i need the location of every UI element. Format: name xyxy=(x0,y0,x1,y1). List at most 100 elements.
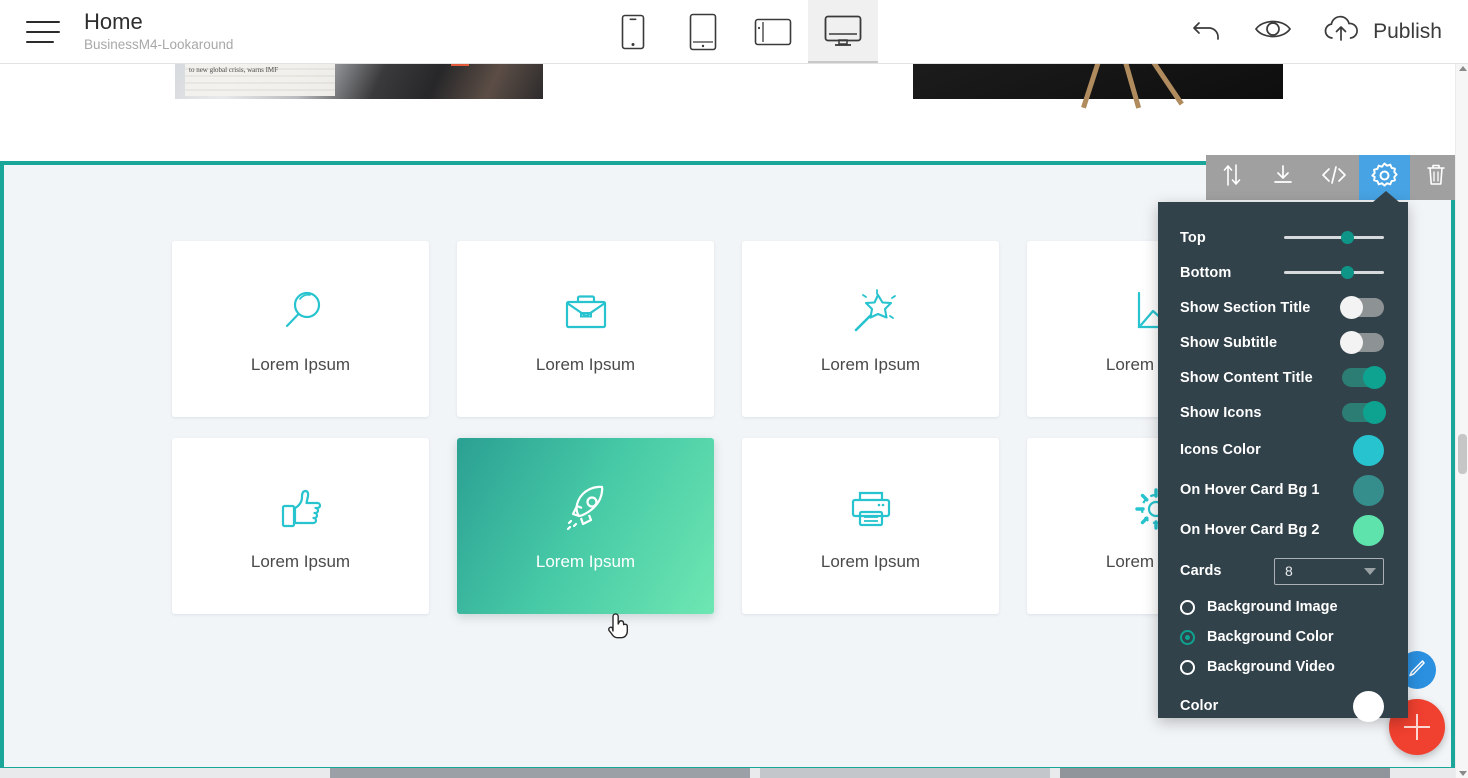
setting-show-icons: Show Icons xyxy=(1158,395,1408,430)
scrollbar-thumb[interactable] xyxy=(1458,434,1467,474)
trash-icon xyxy=(1425,162,1447,193)
feature-card[interactable]: Lorem Ipsum xyxy=(742,438,999,614)
card-title: Lorem Ipsum xyxy=(820,552,921,571)
setting-label: On Hover Card Bg 1 xyxy=(1180,482,1320,498)
card-title: Lorem Ipsum xyxy=(820,355,921,374)
edit-code-button[interactable] xyxy=(1308,155,1359,200)
device-desktop-button[interactable] xyxy=(808,0,878,63)
setting-label: Icons Color xyxy=(1180,442,1261,458)
hover-bg-2-swatch[interactable] xyxy=(1353,514,1384,546)
page-title: Home xyxy=(84,9,143,34)
site-name-label: BusinessM4-Lookaround xyxy=(84,37,234,52)
top-bar: Home BusinessM4-Lookaround Publish xyxy=(0,0,1468,64)
background-image-option[interactable]: Background Image xyxy=(1158,592,1408,622)
radio-icon-selected xyxy=(1180,629,1195,645)
device-mobile-button[interactable] xyxy=(598,0,668,63)
delete-section-button[interactable] xyxy=(1410,155,1461,200)
card-title: Lorem Ipsum xyxy=(250,552,351,571)
up-down-arrows-icon xyxy=(1221,162,1243,193)
chevron-down-icon xyxy=(1364,567,1376,575)
thumbs-up-icon xyxy=(274,480,328,538)
app-root: Home BusinessM4-Lookaround Publish to ne… xyxy=(0,0,1468,778)
device-preview-group xyxy=(598,0,878,63)
cards-grid: Lorem Ipsum Lorem Ipsum Lorem Ipsum Lore… xyxy=(172,241,1312,614)
device-tablet-button[interactable] xyxy=(668,0,738,63)
radio-icon xyxy=(1180,599,1195,615)
feature-card[interactable]: Lorem Ipsum xyxy=(172,438,429,614)
section-toolbar xyxy=(1206,155,1461,200)
undo-button[interactable] xyxy=(1189,15,1225,48)
tablet-icon xyxy=(689,13,717,51)
show-subtitle-toggle[interactable] xyxy=(1340,331,1384,354)
next-section-preview xyxy=(0,768,1455,778)
show-section-title-toggle[interactable] xyxy=(1340,296,1384,319)
top-right-actions: Publish xyxy=(1189,0,1442,63)
setting-show-content-title: Show Content Title xyxy=(1158,360,1408,395)
slider-thumb[interactable] xyxy=(1341,266,1354,279)
publish-label: Publish xyxy=(1373,19,1442,43)
setting-label: Show Subtitle xyxy=(1180,334,1278,351)
setting-label: Show Section Title xyxy=(1180,299,1311,316)
slider-thumb[interactable] xyxy=(1341,231,1354,244)
download-icon xyxy=(1271,163,1295,192)
radio-icon xyxy=(1180,659,1195,675)
setting-label: Color xyxy=(1180,698,1219,714)
card-title: Lorem Ipsum xyxy=(535,552,636,571)
bottom-padding-slider[interactable] xyxy=(1284,266,1384,280)
show-icons-toggle[interactable] xyxy=(1342,401,1386,424)
slider-track xyxy=(1284,271,1384,274)
eye-icon xyxy=(1253,15,1293,48)
feature-card[interactable]: Lorem Ipsum xyxy=(172,241,429,417)
save-section-button[interactable] xyxy=(1257,155,1308,200)
publish-button[interactable]: Publish xyxy=(1321,14,1442,49)
card-title: Lorem Ipsum xyxy=(535,355,636,374)
move-section-button[interactable] xyxy=(1206,155,1257,200)
mobile-icon xyxy=(621,14,645,50)
cloud-upload-icon xyxy=(1321,14,1361,49)
magic-wand-icon xyxy=(844,283,898,341)
setting-icons-color: Icons Color xyxy=(1158,430,1408,470)
preview-button[interactable] xyxy=(1253,15,1293,48)
feature-card[interactable]: Lorem Ipsum xyxy=(457,241,714,417)
setting-hover-bg-1: On Hover Card Bg 1 xyxy=(1158,470,1408,510)
setting-bottom: Bottom xyxy=(1158,255,1408,290)
setting-label: Bottom xyxy=(1180,264,1232,281)
setting-show-section-title: Show Section Title xyxy=(1158,290,1408,325)
feature-card-hovered[interactable]: Lorem Ipsum xyxy=(457,438,714,614)
page-title-group: Home BusinessM4-Lookaround xyxy=(84,9,233,54)
magnifier-icon xyxy=(274,283,328,341)
background-color-swatch[interactable] xyxy=(1353,690,1384,722)
tablet-landscape-icon xyxy=(754,18,792,46)
background-color-option[interactable]: Background Color xyxy=(1158,622,1408,652)
setting-show-subtitle: Show Subtitle xyxy=(1158,325,1408,360)
preview-image-right xyxy=(913,64,1283,109)
setting-label: Show Content Title xyxy=(1180,369,1313,386)
background-video-option[interactable]: Background Video xyxy=(1158,652,1408,682)
code-icon xyxy=(1320,164,1348,191)
option-label: Background Color xyxy=(1207,629,1334,645)
setting-background-color: Color xyxy=(1158,686,1408,726)
page-scrollbar[interactable] xyxy=(1455,64,1468,778)
cards-count-select[interactable]: 8 xyxy=(1274,557,1384,585)
cards-count-value: 8 xyxy=(1285,563,1293,579)
setting-label: On Hover Card Bg 2 xyxy=(1180,522,1320,538)
feature-card[interactable]: Lorem Ipsum xyxy=(742,241,999,417)
top-padding-slider[interactable] xyxy=(1284,231,1384,245)
show-content-title-toggle[interactable] xyxy=(1342,366,1386,389)
setting-label: Show Icons xyxy=(1180,404,1262,421)
desktop-icon xyxy=(824,15,862,47)
device-tablet-landscape-button[interactable] xyxy=(738,0,808,63)
scroll-down-arrow-icon[interactable] xyxy=(1459,771,1467,776)
scroll-up-arrow-icon[interactable] xyxy=(1459,66,1467,71)
briefcase-icon xyxy=(559,283,613,341)
section-settings-panel: Top Bottom Show Section Title Show Subti… xyxy=(1158,191,1408,722)
panel-arrow xyxy=(1373,191,1399,202)
setting-cards-count: Cards 8 xyxy=(1158,550,1408,592)
card-title: Lorem Ipsum xyxy=(250,355,351,374)
slider-track xyxy=(1284,236,1384,239)
pen-icon xyxy=(1406,657,1428,684)
hover-bg-1-swatch[interactable] xyxy=(1353,474,1384,506)
rocket-icon xyxy=(558,480,614,538)
icons-color-swatch[interactable] xyxy=(1353,434,1384,466)
hamburger-icon[interactable] xyxy=(26,20,60,43)
